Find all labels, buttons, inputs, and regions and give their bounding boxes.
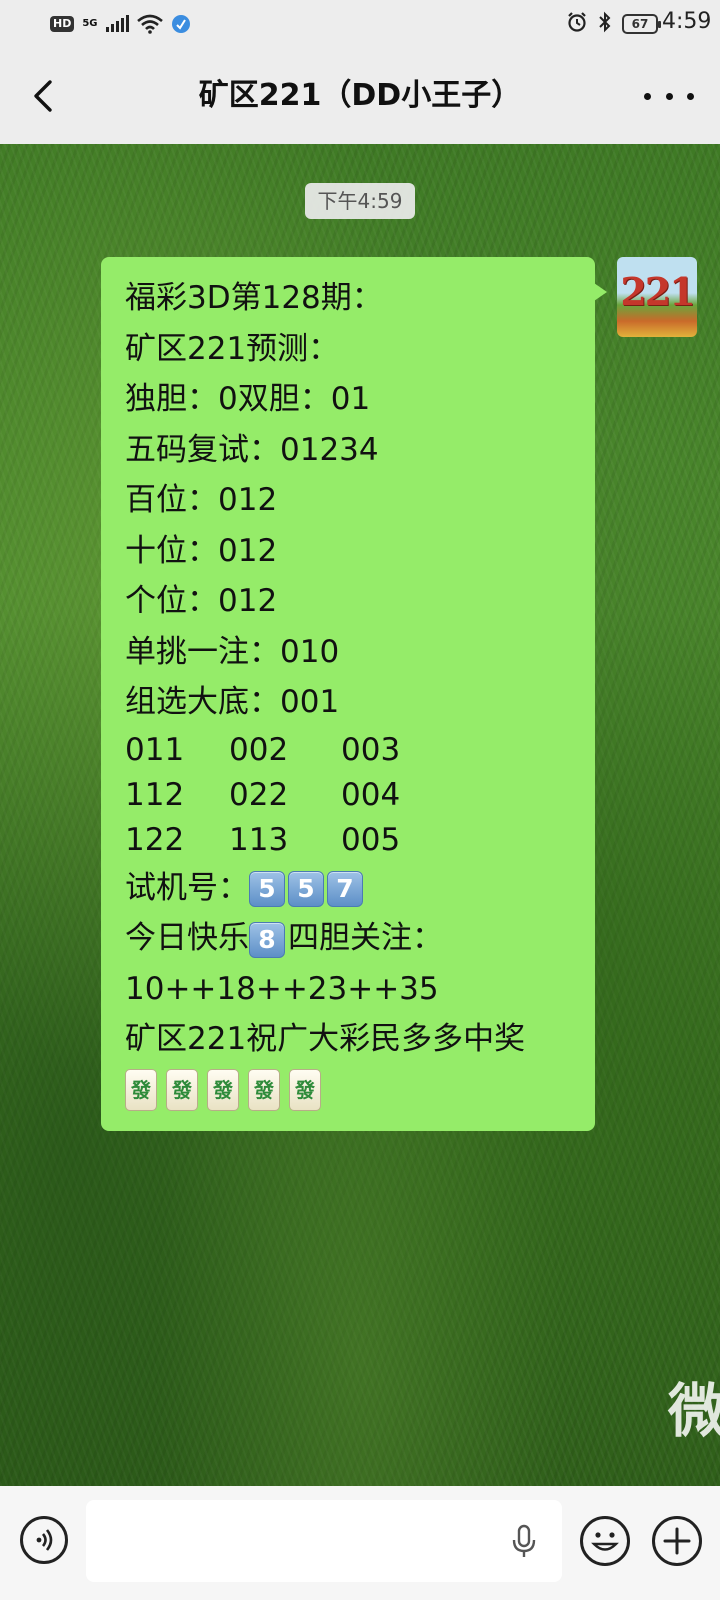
input-bar — [0, 1486, 720, 1600]
number-grid-row: 112 022 004 — [125, 773, 571, 818]
message-line: 福彩3D第128期： — [125, 280, 383, 316]
message-line: 矿区221祝广大彩民多多中奖 — [125, 1021, 526, 1057]
avatar-text: 221 — [620, 269, 695, 314]
grid-cell: 113 — [229, 821, 289, 858]
grid-cell: 022 — [229, 776, 289, 813]
mahjong-tile-icon: 發 — [125, 1068, 157, 1111]
keycap-digit-icon: 7 — [327, 871, 363, 907]
message-line: 独胆：0双胆：01 — [125, 381, 371, 417]
voice-input-button[interactable] — [20, 1516, 68, 1564]
more-functions-button[interactable] — [652, 1516, 702, 1566]
voice-icon — [36, 1529, 53, 1551]
number-grid-row: 011 002 003 — [125, 728, 571, 773]
grid-cell: 011 — [125, 731, 185, 768]
message-line: 单挑一注：010 — [125, 633, 340, 670]
mahjong-tile-icon: 發 — [289, 1068, 321, 1111]
dot-icon — [665, 92, 673, 100]
grid-cell: 003 — [341, 731, 401, 768]
message-line: 十位：012 — [125, 532, 278, 569]
plus-icon — [663, 1527, 691, 1555]
number-grid-row: 122 113 005 — [125, 818, 571, 863]
smiley-icon — [591, 1532, 619, 1551]
status-right: 67 — [566, 10, 661, 38]
signal-icon — [105, 15, 129, 32]
mahjong-tile-icon: 發 — [248, 1068, 280, 1111]
back-button[interactable] — [22, 74, 66, 118]
message-bubble[interactable]: 福彩3D第128期： 矿区221预测： 独胆：0双胆：01 五码复试：01234… — [101, 257, 607, 1131]
today-suffix: 四胆关注： — [288, 920, 443, 956]
background-text: 微 — [667, 1377, 720, 1445]
grid-cell: 002 — [229, 731, 289, 768]
grid-cell: 112 — [125, 776, 185, 813]
sender-avatar[interactable]: 221 — [617, 257, 697, 337]
status-time: 4:59 — [662, 9, 712, 34]
mahjong-tiles-row: 發 發 發 發 發 — [125, 1065, 571, 1115]
grid-cell: 122 — [125, 821, 185, 858]
battery-icon: 67 — [622, 14, 661, 34]
message-line: 百位：012 — [125, 482, 278, 518]
message-line: 个位：012 — [125, 583, 278, 619]
mahjong-tile-icon: 發 — [207, 1068, 239, 1111]
status-bar: HD 5G 67 4:59 — [0, 0, 720, 48]
bluetooth-icon — [598, 11, 612, 37]
today-prefix: 今日快乐 — [125, 920, 249, 956]
status-left: HD 5G — [50, 10, 191, 38]
network-type: 5G — [82, 18, 98, 29]
app-notification-icon — [171, 14, 191, 34]
wifi-icon — [136, 14, 163, 34]
trial-number-line: 试机号： 5 5 7 — [125, 863, 571, 914]
microphone-icon[interactable] — [510, 1524, 538, 1564]
message-line: 五码复试：01234 — [125, 431, 379, 468]
message-line: 组选大底：001 — [125, 684, 340, 720]
chat-header: 矿区221（DD小王子） — [0, 48, 720, 144]
hd-badge: HD — [50, 16, 75, 32]
keycap-digit-icon: 5 — [249, 871, 285, 907]
chat-title: 矿区221（DD小王子） — [198, 78, 522, 113]
keycap-digit-icon: 8 — [249, 921, 285, 958]
mahjong-tile-icon: 發 — [166, 1068, 198, 1111]
more-options-button[interactable] — [644, 74, 694, 118]
message-timestamp: 下午4:59 — [305, 183, 415, 219]
dot-icon — [644, 92, 651, 100]
emoji-button[interactable] — [580, 1516, 630, 1566]
alarm-icon — [566, 11, 588, 37]
chevron-left-icon — [34, 80, 52, 112]
message-input[interactable] — [86, 1500, 562, 1582]
keycap-digit-icon: 5 — [288, 871, 324, 907]
grid-cell: 005 — [341, 821, 401, 858]
message-line: 矿区221预测： — [125, 330, 340, 367]
message-line: 10++18++23++35 — [125, 970, 439, 1007]
chat-area[interactable]: 微 下午4:59 福彩3D第128期： 矿区221预测： 独胆：0双胆：01 五… — [0, 144, 720, 1486]
grid-cell: 004 — [341, 776, 401, 813]
dot-icon — [687, 92, 694, 100]
trial-label: 试机号： — [125, 869, 249, 906]
today-line: 今日快乐 8 四胆关注： — [125, 913, 571, 964]
